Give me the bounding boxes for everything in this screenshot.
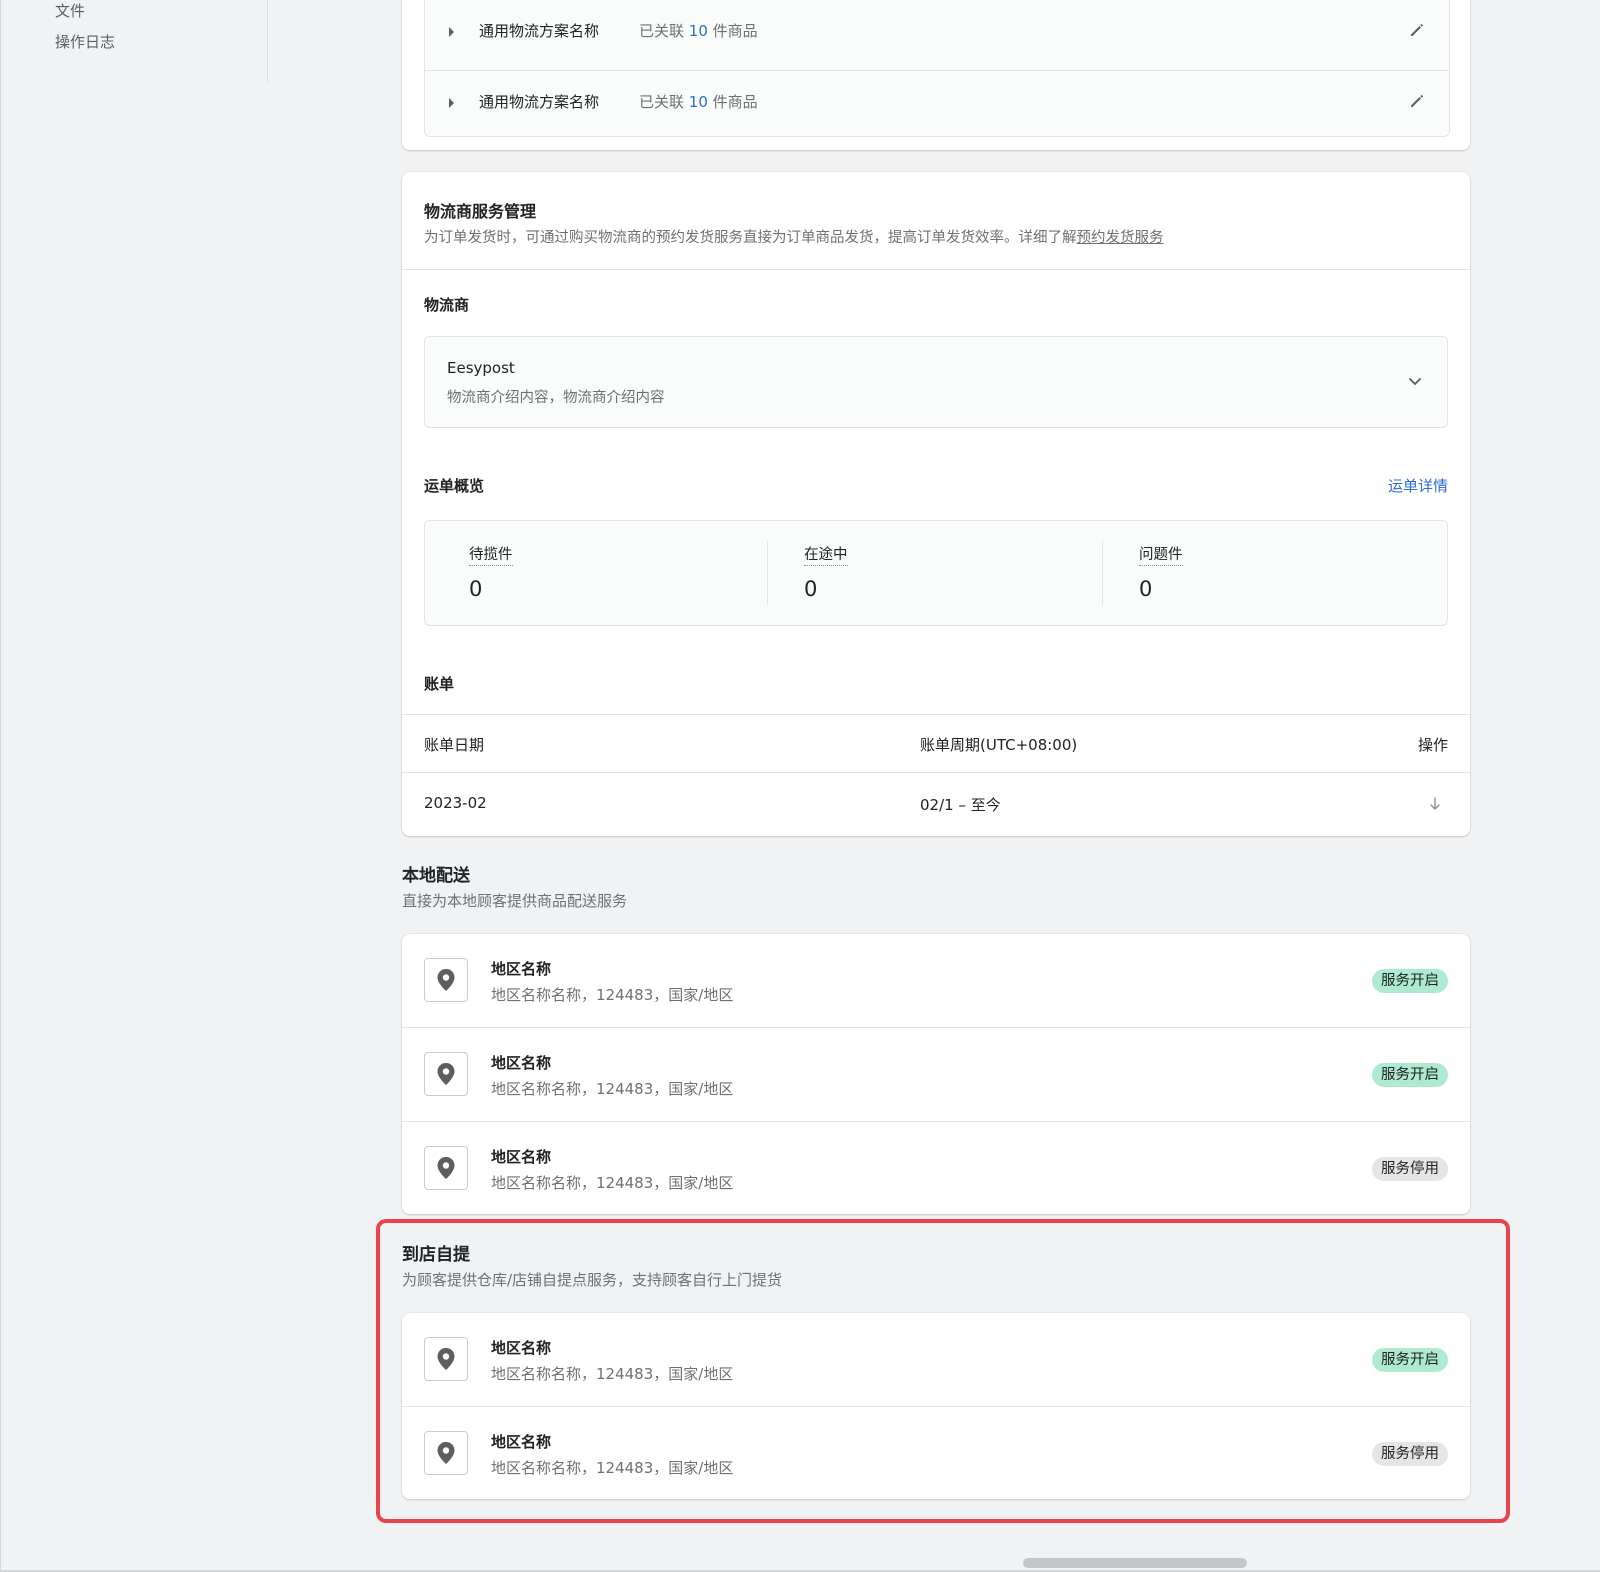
stat-label[interactable]: 问题件 xyxy=(1139,543,1183,566)
status-badge: 服务停用 xyxy=(1372,1157,1448,1181)
highlight-frame xyxy=(376,1219,1510,1523)
plan-name: 通用物流方案名称 xyxy=(479,22,600,40)
map-pin-icon xyxy=(424,1052,468,1096)
pencil-icon[interactable] xyxy=(1407,91,1427,111)
divider xyxy=(402,772,1470,773)
shipping-plans-card: 通用物流方案名称 已关联 10 件商品 通用物流方案名称 已关联 10 件商品 xyxy=(402,0,1470,150)
caret-right-icon[interactable] xyxy=(449,98,454,108)
bill-header-period: 账单周期(UTC+08:00) xyxy=(920,736,1078,754)
stat-label[interactable]: 在途中 xyxy=(804,543,848,566)
logistics-service-card: 物流商服务管理 为订单发货时，可通过购买物流商的预约发货服务直接为订单商品发货，… xyxy=(402,172,1470,836)
provider-name: Eesypost xyxy=(447,359,515,377)
plan-name: 通用物流方案名称 xyxy=(479,93,600,111)
location-row[interactable]: 地区名称 地区名称名称，124483，国家/地区 服务开启 xyxy=(402,934,1470,1028)
location-row[interactable]: 地区名称 地区名称名称，124483，国家/地区 服务开启 xyxy=(402,1028,1470,1122)
bill-header-action: 操作 xyxy=(1417,736,1448,754)
bill-date: 2023-02 xyxy=(424,794,487,812)
sidebar: 文件 操作日志 xyxy=(0,0,268,1572)
chevron-down-icon xyxy=(1407,373,1423,389)
location-name: 地区名称 xyxy=(491,1054,552,1072)
section-title: 物流商服务管理 xyxy=(424,202,537,221)
location-row[interactable]: 地区名称 地区名称名称，124483，国家/地区 服务停用 xyxy=(402,1122,1470,1215)
location-address: 地区名称名称，124483，国家/地区 xyxy=(491,986,734,1004)
location-name: 地区名称 xyxy=(491,1148,552,1166)
plan-linked-count: 已关联 10 件商品 xyxy=(639,93,758,111)
bill-label: 账单 xyxy=(424,675,455,693)
plan-linked-count: 已关联 10 件商品 xyxy=(639,22,758,40)
sidebar-item-files[interactable]: 文件 xyxy=(55,0,85,21)
stat-value: 0 xyxy=(1139,577,1153,601)
section-description: 为订单发货时，可通过购买物流商的预约发货服务直接为订单商品发货，提高订单发货效率… xyxy=(424,230,1164,246)
caret-right-icon[interactable] xyxy=(449,27,454,37)
waybill-details-link[interactable]: 运单详情 xyxy=(1388,475,1448,496)
local-delivery-desc: 直接为本地顾客提供商品配送服务 xyxy=(402,892,628,910)
bill-period: 02/1 – 至今 xyxy=(920,796,1001,814)
map-pin-icon xyxy=(424,1146,468,1190)
provider-select[interactable]: Eesypost 物流商介绍内容，物流商介绍内容 xyxy=(424,336,1448,428)
location-address: 地区名称名称，124483，国家/地区 xyxy=(491,1080,734,1098)
sidebar-divider xyxy=(267,0,268,82)
waybill-stats: 待揽件 0 在途中 0 问题件 0 xyxy=(424,520,1448,626)
plan-row[interactable]: 通用物流方案名称 已关联 10 件商品 xyxy=(425,0,1449,71)
status-badge: 服务开启 xyxy=(1372,1063,1448,1087)
plan-row[interactable]: 通用物流方案名称 已关联 10 件商品 xyxy=(425,71,1449,141)
divider xyxy=(402,714,1470,715)
provider-desc: 物流商介绍内容，物流商介绍内容 xyxy=(447,390,665,406)
stat-problem: 问题件 0 xyxy=(1095,521,1430,625)
bill-header-date: 账单日期 xyxy=(424,736,485,754)
status-badge: 服务开启 xyxy=(1372,969,1448,993)
horizontal-scrollbar[interactable] xyxy=(1023,1558,1247,1568)
local-delivery-list: 地区名称 地区名称名称，124483，国家/地区 服务开启 地区名称 地区名称名… xyxy=(402,934,1470,1214)
provider-label: 物流商 xyxy=(424,296,470,314)
sidebar-item-operation-log[interactable]: 操作日志 xyxy=(55,31,115,52)
local-delivery-title: 本地配送 xyxy=(402,866,470,886)
stat-value: 0 xyxy=(804,577,818,601)
download-icon[interactable] xyxy=(1428,796,1442,812)
pencil-icon[interactable] xyxy=(1407,20,1427,40)
location-name: 地区名称 xyxy=(491,960,552,978)
booking-service-link[interactable]: 预约发货服务 xyxy=(1077,230,1164,246)
stat-label[interactable]: 待揽件 xyxy=(469,543,513,566)
stat-value: 0 xyxy=(469,577,483,601)
divider xyxy=(402,269,1470,270)
location-address: 地区名称名称，124483，国家/地区 xyxy=(491,1174,734,1192)
overview-label: 运单概览 xyxy=(424,477,485,495)
map-pin-icon xyxy=(424,958,468,1002)
stat-pending-pickup: 待揽件 0 xyxy=(425,521,760,625)
stat-in-transit: 在途中 0 xyxy=(760,521,1095,625)
plan-list: 通用物流方案名称 已关联 10 件商品 通用物流方案名称 已关联 10 件商品 xyxy=(424,0,1450,137)
